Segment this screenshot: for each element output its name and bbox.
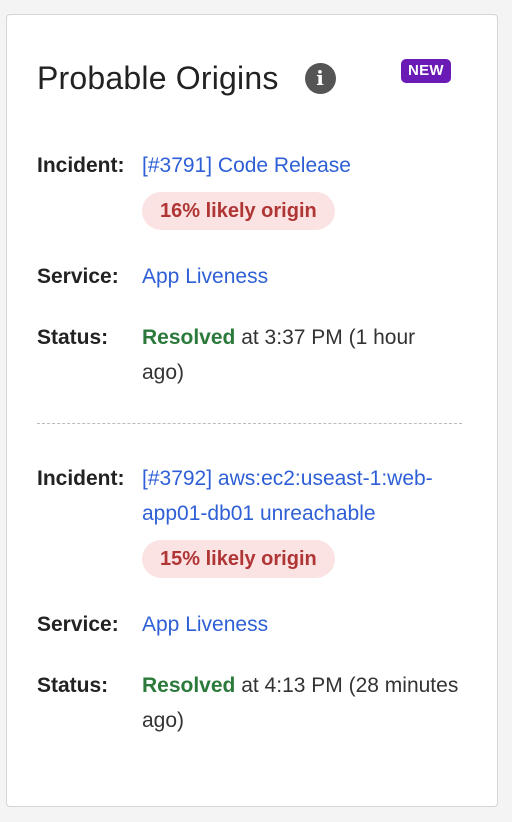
likelihood-badge: 16% likely origin [142, 192, 335, 230]
status-resolved: Resolved [142, 674, 236, 697]
panel-title: Probable Origins [37, 59, 279, 96]
status-resolved: Resolved [142, 326, 236, 349]
incident-link[interactable]: [#3792] aws:ec2:useast-1:web-app01-db01 … [142, 467, 433, 525]
incident-row: Incident: [#3792] aws:ec2:useast-1:web-a… [37, 461, 462, 578]
origin-item: Incident: [#3791] Code Release 16% likel… [37, 148, 462, 390]
incident-label: Incident: [37, 467, 125, 490]
status-value: Resolved at 3:37 PM (1 hour ago) [142, 320, 462, 390]
incident-value: [#3791] Code Release 16% likely origin [142, 148, 462, 230]
service-value: App Liveness [142, 607, 462, 642]
service-row: Service: App Liveness [37, 259, 462, 294]
status-row: Status: Resolved at 4:13 PM (28 minutes … [37, 668, 462, 738]
origin-divider [37, 423, 462, 424]
panel-header: Probable Origins i [37, 58, 336, 98]
service-link[interactable]: App Liveness [142, 265, 268, 288]
status-row: Status: Resolved at 3:37 PM (1 hour ago) [37, 320, 462, 390]
service-value: App Liveness [142, 259, 462, 294]
incident-value: [#3792] aws:ec2:useast-1:web-app01-db01 … [142, 461, 462, 578]
service-label: Service: [37, 265, 119, 288]
service-row: Service: App Liveness [37, 607, 462, 642]
new-badge: NEW [401, 59, 451, 83]
incident-link[interactable]: [#3791] Code Release [142, 154, 351, 177]
likelihood-badge: 15% likely origin [142, 540, 335, 578]
info-icon[interactable]: i [304, 62, 336, 94]
incident-row: Incident: [#3791] Code Release 16% likel… [37, 148, 462, 230]
status-label: Status: [37, 674, 109, 697]
incident-label: Incident: [37, 154, 125, 177]
status-label: Status: [37, 326, 109, 349]
service-label: Service: [37, 613, 119, 636]
service-link[interactable]: App Liveness [142, 613, 268, 636]
status-value: Resolved at 4:13 PM (28 minutes ago) [142, 668, 462, 738]
origin-item: Incident: [#3792] aws:ec2:useast-1:web-a… [37, 461, 462, 738]
